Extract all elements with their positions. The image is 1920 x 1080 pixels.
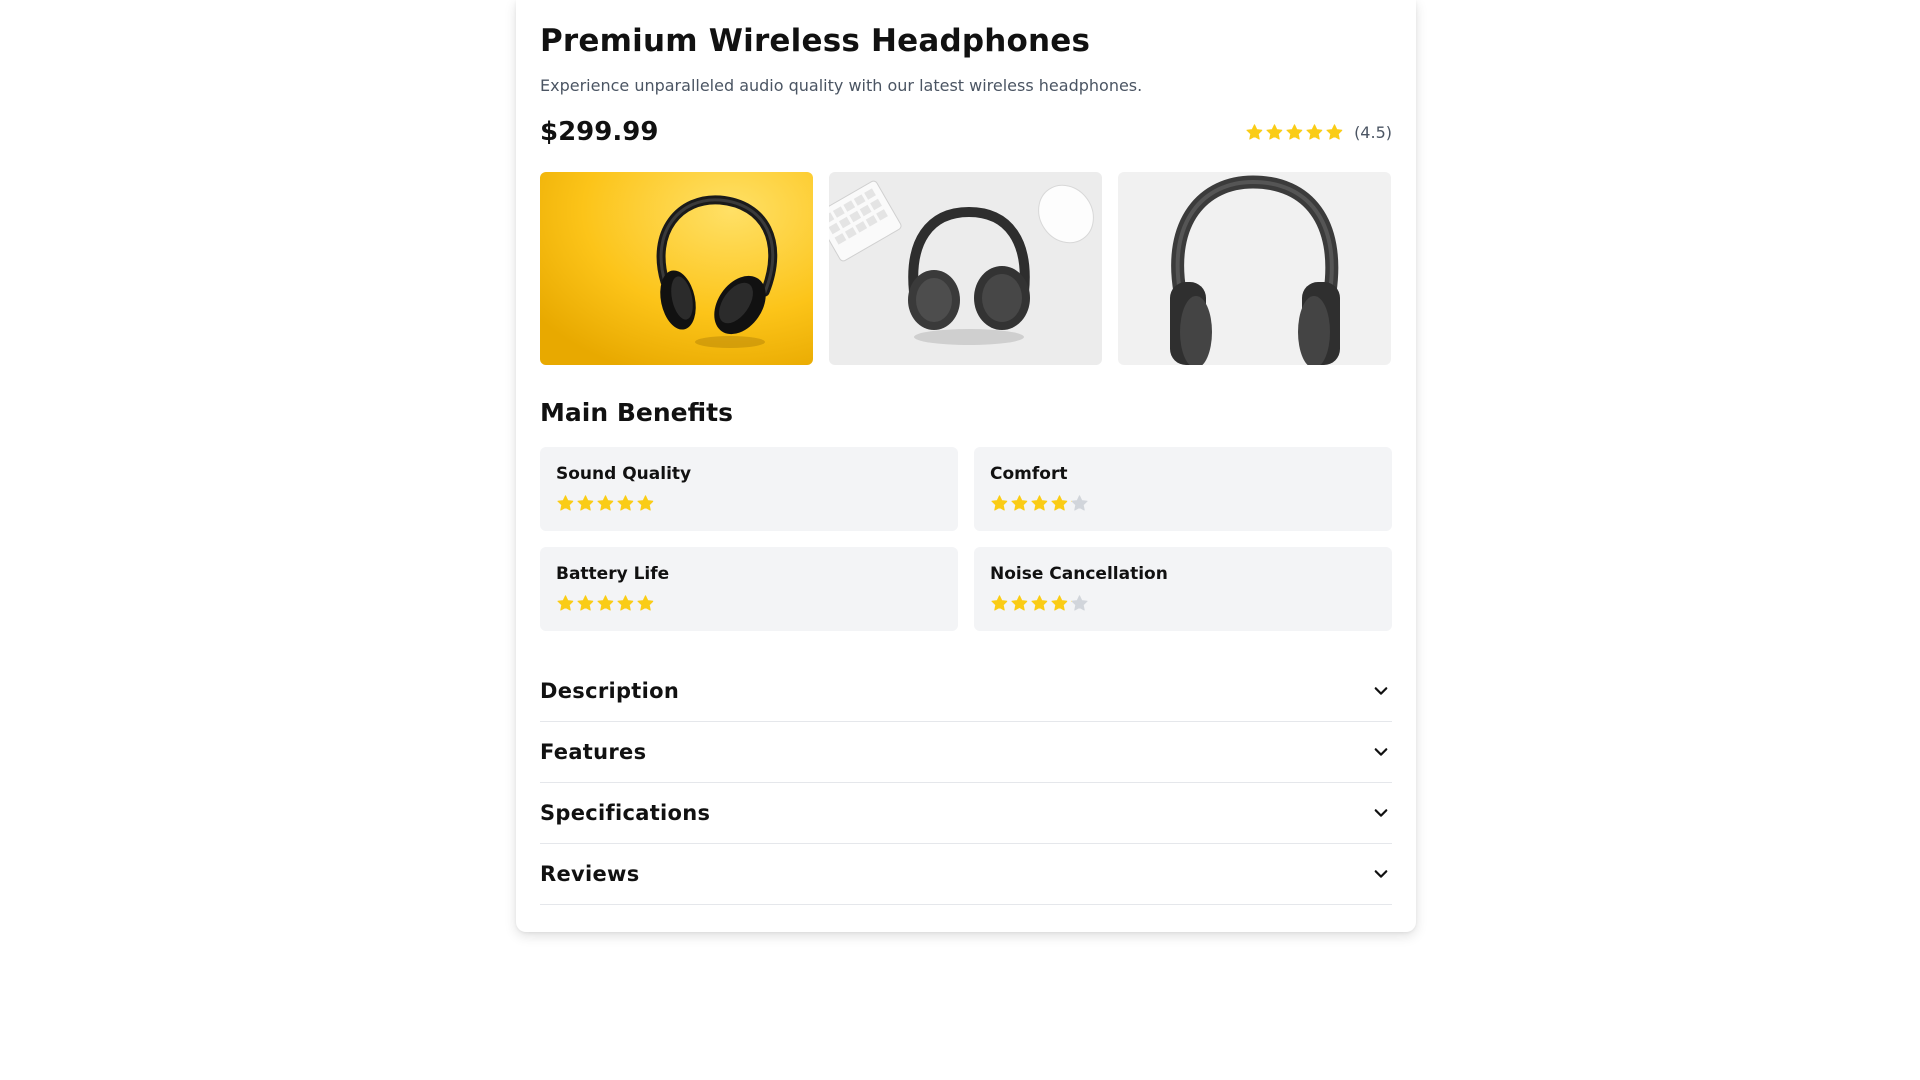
accordion-reviews[interactable]: Reviews xyxy=(540,844,1392,905)
star-filled-icon xyxy=(1010,594,1029,613)
star-filled-icon xyxy=(1245,123,1264,142)
chevron-down-icon xyxy=(1372,743,1390,761)
gallery-image-desk[interactable] xyxy=(829,172,1102,365)
accordion-label: Specifications xyxy=(540,801,711,825)
star-filled-icon xyxy=(576,494,595,513)
star-filled-icon xyxy=(636,594,655,613)
star-filled-icon xyxy=(1050,494,1069,513)
rating-value: (4.5) xyxy=(1354,122,1392,142)
price-row: $299.99 (4.5) xyxy=(540,116,1392,148)
headphones-image xyxy=(829,172,1102,365)
star-filled-icon xyxy=(596,594,615,613)
product-subtitle: Experience unparalleled audio quality wi… xyxy=(540,76,1143,95)
benefit-label: Comfort xyxy=(990,464,1068,484)
benefits-grid: Sound Quality Comfort Battery Life Noise… xyxy=(540,447,1392,631)
benefit-stars xyxy=(990,494,1089,513)
star-filled-icon xyxy=(556,594,575,613)
benefit-card: Comfort xyxy=(974,447,1392,531)
product-rating: (4.5) xyxy=(1245,123,1392,142)
chevron-down-icon xyxy=(1372,865,1390,883)
star-filled-icon xyxy=(616,594,635,613)
accordion-features[interactable]: Features xyxy=(540,722,1392,783)
accordion-label: Description xyxy=(540,679,680,703)
product-accordion: Description Features Specifications Revi… xyxy=(540,661,1392,905)
gallery-image-yellow[interactable] xyxy=(540,172,813,365)
star-filled-icon xyxy=(990,494,1009,513)
star-filled-icon xyxy=(576,594,595,613)
accordion-label: Reviews xyxy=(540,862,640,886)
star-filled-icon xyxy=(990,594,1009,613)
star-empty-icon xyxy=(1070,594,1089,613)
star-empty-icon xyxy=(1070,494,1089,513)
star-filled-icon xyxy=(1030,494,1049,513)
benefit-stars xyxy=(556,494,655,513)
star-filled-icon xyxy=(1305,123,1324,142)
benefit-card: Sound Quality xyxy=(540,447,958,531)
star-filled-icon xyxy=(1285,123,1304,142)
star-filled-icon xyxy=(556,494,575,513)
star-filled-icon xyxy=(1265,123,1284,142)
product-title: Premium Wireless Headphones xyxy=(540,23,1091,59)
benefit-label: Noise Cancellation xyxy=(990,564,1168,584)
star-filled-icon xyxy=(636,494,655,513)
rating-stars xyxy=(1245,123,1344,142)
star-filled-icon xyxy=(1010,494,1029,513)
star-filled-icon xyxy=(1030,594,1049,613)
benefits-title: Main Benefits xyxy=(540,398,733,427)
star-filled-icon xyxy=(1050,594,1069,613)
product-card: Premium Wireless Headphones Experience u… xyxy=(516,0,1416,932)
benefit-label: Sound Quality xyxy=(556,464,692,484)
star-filled-icon xyxy=(616,494,635,513)
star-filled-icon xyxy=(1325,123,1344,142)
gallery-image-white[interactable] xyxy=(1118,172,1391,365)
benefit-label: Battery Life xyxy=(556,564,670,584)
benefit-stars xyxy=(990,594,1089,613)
accordion-specifications[interactable]: Specifications xyxy=(540,783,1392,844)
accordion-label: Features xyxy=(540,740,647,764)
star-filled-icon xyxy=(596,494,615,513)
benefit-card: Battery Life xyxy=(540,547,958,631)
chevron-down-icon xyxy=(1372,804,1390,822)
accordion-description[interactable]: Description xyxy=(540,661,1392,722)
image-gallery xyxy=(540,172,1392,365)
benefit-stars xyxy=(556,594,655,613)
headphones-image xyxy=(1118,172,1391,365)
headphones-image xyxy=(540,172,813,365)
chevron-down-icon xyxy=(1372,682,1390,700)
product-price: $299.99 xyxy=(540,117,659,147)
benefit-card: Noise Cancellation xyxy=(974,547,1392,631)
